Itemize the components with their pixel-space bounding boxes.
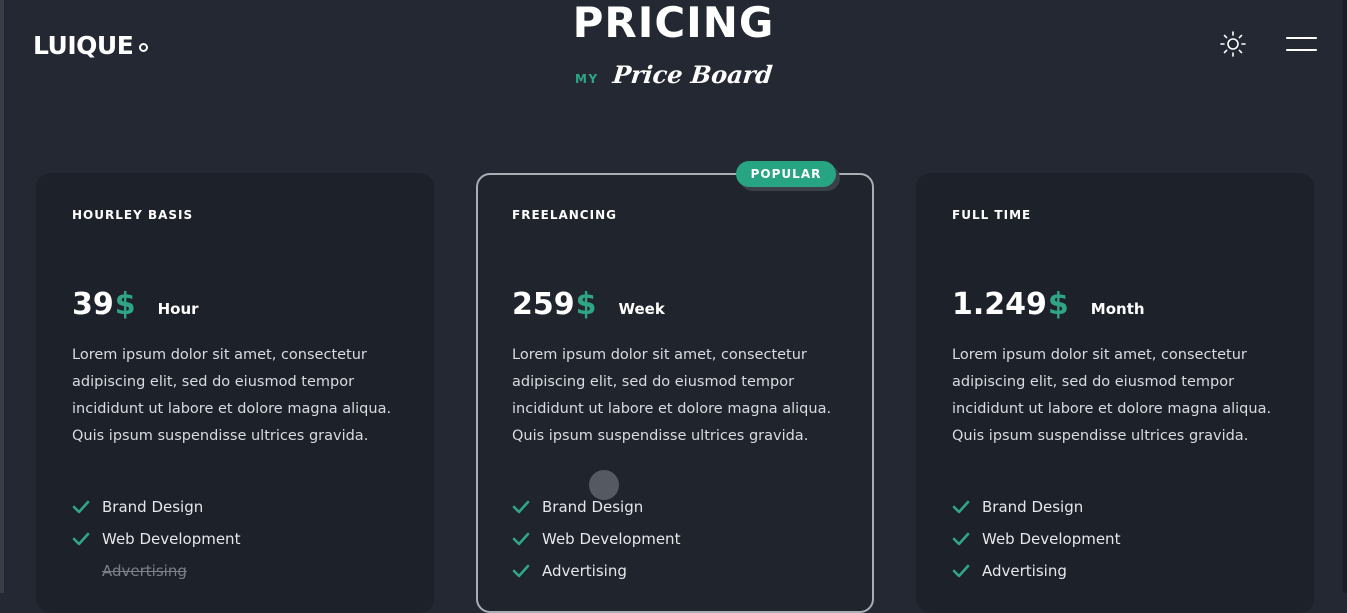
feature-label: Web Development <box>102 530 241 548</box>
price-row: 259 $ Week <box>512 287 665 322</box>
feature-label: Brand Design <box>982 498 1084 516</box>
price-row: 1.249 $ Month <box>952 287 1145 322</box>
feature-label: Advertising <box>542 562 627 580</box>
feature-label: Advertising <box>102 562 187 580</box>
plan-description: Lorem ipsum dolor sit amet, consectetur … <box>72 347 392 444</box>
theme-toggle-button[interactable] <box>1218 29 1248 59</box>
price-amount: 39 <box>72 287 114 322</box>
feature-list: Brand Design Web Development Advertising <box>72 491 240 587</box>
pricing-card-full-time: FULL TIME 1.249 $ Month Lorem ipsum dolo… <box>916 173 1314 613</box>
price-period: Week <box>618 300 665 318</box>
feature-label: Web Development <box>982 530 1121 548</box>
feature-list: Brand Design Web Development Advertising <box>952 491 1120 587</box>
plan-name: FREELANCING <box>512 208 617 222</box>
plan-description: Lorem ipsum dolor sit amet, consectetur … <box>952 347 1272 444</box>
plan-description: Lorem ipsum dolor sit amet, consectetur … <box>512 347 832 444</box>
section-subtitle: MY Price Board <box>0 60 1347 89</box>
price-period: Month <box>1090 300 1145 318</box>
check-icon <box>952 500 970 514</box>
subtitle-script: Price Board <box>611 60 774 89</box>
price-period: Hour <box>157 300 199 318</box>
section-title: PRICING <box>572 0 775 47</box>
subtitle-prefix: MY <box>575 72 599 86</box>
check-icon <box>952 532 970 546</box>
price-currency: $ <box>1047 287 1069 322</box>
sun-icon <box>1220 31 1246 57</box>
plan-name: HOURLEY BASIS <box>72 208 194 222</box>
feature-label: Brand Design <box>102 498 204 516</box>
feature-label: Web Development <box>542 530 681 548</box>
feature-label: Brand Design <box>542 498 644 516</box>
plan-name: FULL TIME <box>952 208 1032 222</box>
check-icon <box>512 500 530 514</box>
feature-item: Brand Design <box>72 491 240 523</box>
menu-toggle-button[interactable] <box>1286 34 1318 56</box>
feature-item: Web Development <box>72 523 240 555</box>
check-icon <box>72 532 90 546</box>
price-amount: 259 <box>512 287 575 322</box>
price-currency: $ <box>114 287 136 322</box>
cursor-follower <box>589 470 619 500</box>
feature-item: Advertising <box>952 555 1120 587</box>
price-amount: 1.249 <box>952 287 1047 322</box>
check-icon <box>512 532 530 546</box>
price-row: 39 $ Hour <box>72 287 199 322</box>
feature-item: Web Development <box>952 523 1120 555</box>
price-currency: $ <box>575 287 597 322</box>
feature-item: Advertising <box>512 555 680 587</box>
feature-list: Brand Design Web Development Advertising <box>512 491 680 587</box>
feature-item-excluded: Advertising <box>72 555 240 587</box>
check-icon <box>72 500 90 514</box>
pricing-card-freelancing: FREELANCING 259 $ Week Lorem ipsum dolor… <box>476 173 874 613</box>
check-icon <box>512 564 530 578</box>
feature-item: Brand Design <box>952 491 1120 523</box>
popular-badge: POPULAR <box>736 161 836 187</box>
check-icon <box>952 564 970 578</box>
pricing-card-hourly: HOURLEY BASIS 39 $ Hour Lorem ipsum dolo… <box>36 173 434 613</box>
feature-item: Web Development <box>512 523 680 555</box>
feature-label: Advertising <box>982 562 1067 580</box>
